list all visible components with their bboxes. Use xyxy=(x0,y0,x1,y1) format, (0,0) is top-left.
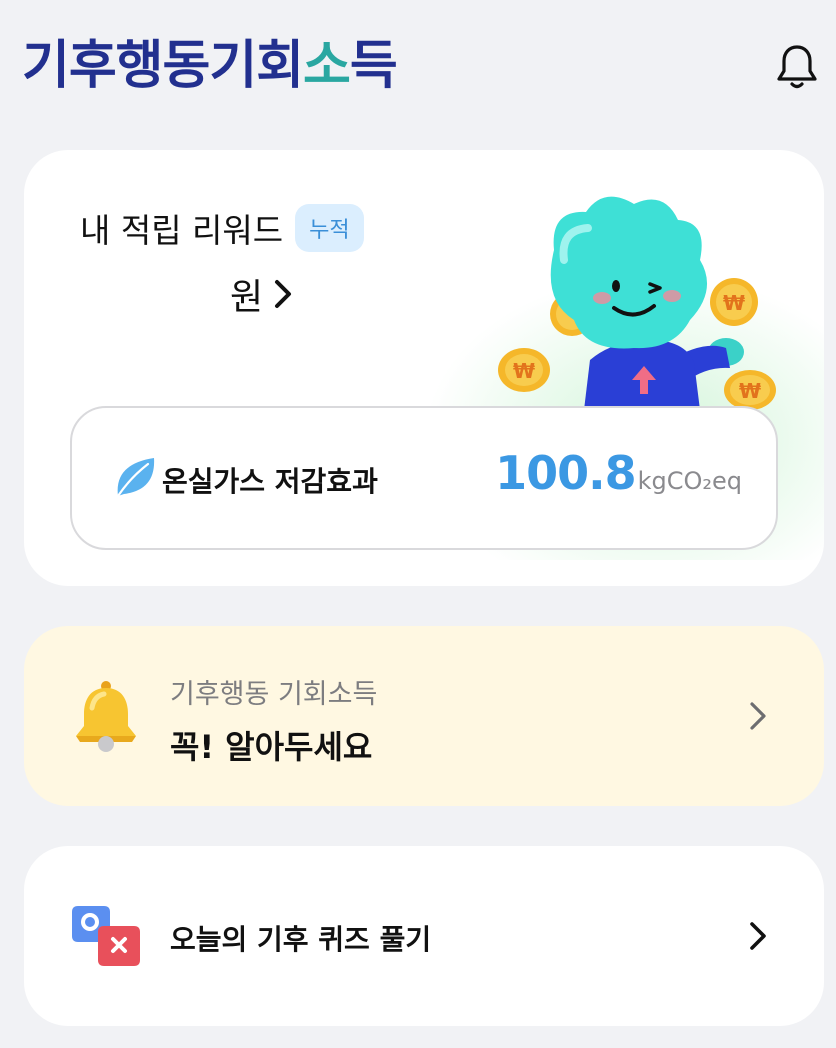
coin-icon: ₩ xyxy=(498,348,550,392)
svg-text:₩: ₩ xyxy=(513,359,535,383)
reward-amount-unit: 원 xyxy=(230,277,264,318)
reward-title: 내 적립 리워드 xyxy=(80,211,284,250)
quiz-ox-icon xyxy=(72,906,140,966)
reward-title-row: 내 적립 리워드 누적 xyxy=(80,204,364,252)
ghg-reduction-box: 온실가스 저감효과 100.8 kgCO₂eq xyxy=(70,406,778,550)
app-logo: 기후행동기회소득 xyxy=(22,34,398,98)
ghg-value: 100.8 kgCO₂eq xyxy=(495,446,742,500)
quiz-label: 오늘의 기후 퀴즈 풀기 xyxy=(170,923,432,956)
notice-card[interactable]: 기후행동 기회소득 꼭! 알아두세요 xyxy=(24,626,824,806)
coin-icon: ₩ xyxy=(710,278,758,326)
notice-title: 꼭! 알아두세요 xyxy=(170,728,373,766)
chevron-right-icon xyxy=(275,280,292,308)
coin-icon: ₩ xyxy=(724,370,776,410)
logo-part-2: 후행동기회 xyxy=(68,36,304,96)
mascot-illustration: ₩ ₩ ₩ xyxy=(498,196,776,410)
logo-part-3: 소 xyxy=(303,36,351,96)
cumulative-badge: 누적 xyxy=(295,204,364,252)
app-header: 기후행동기회소득 xyxy=(0,0,836,130)
notification-button[interactable] xyxy=(770,40,824,94)
logo-part-1: 기 xyxy=(22,36,70,96)
bell-icon xyxy=(777,45,817,89)
reward-amount-link[interactable]: 원 xyxy=(230,268,293,320)
svg-text:₩: ₩ xyxy=(739,379,761,403)
chevron-right-icon xyxy=(750,702,766,730)
ghg-value-unit: kgCO₂eq xyxy=(637,467,742,495)
bell-3d-icon xyxy=(76,681,136,752)
notice-subtitle: 기후행동 기회소득 xyxy=(170,679,378,710)
leaf-icon xyxy=(116,458,155,498)
chevron-right-icon xyxy=(750,922,766,950)
daily-quiz-card[interactable]: 오늘의 기후 퀴즈 풀기 xyxy=(24,846,824,1026)
svg-text:₩: ₩ xyxy=(723,291,745,315)
reward-card: 내 적립 리워드 누적 원 ₩ ₩ ₩ 온실가스 저감효과 100.8 kgCO… xyxy=(24,150,824,586)
ghg-value-number: 100.8 xyxy=(495,446,637,500)
logo-part-4: 득 xyxy=(349,36,398,96)
ghg-label: 온실가스 저감효과 xyxy=(162,465,378,498)
